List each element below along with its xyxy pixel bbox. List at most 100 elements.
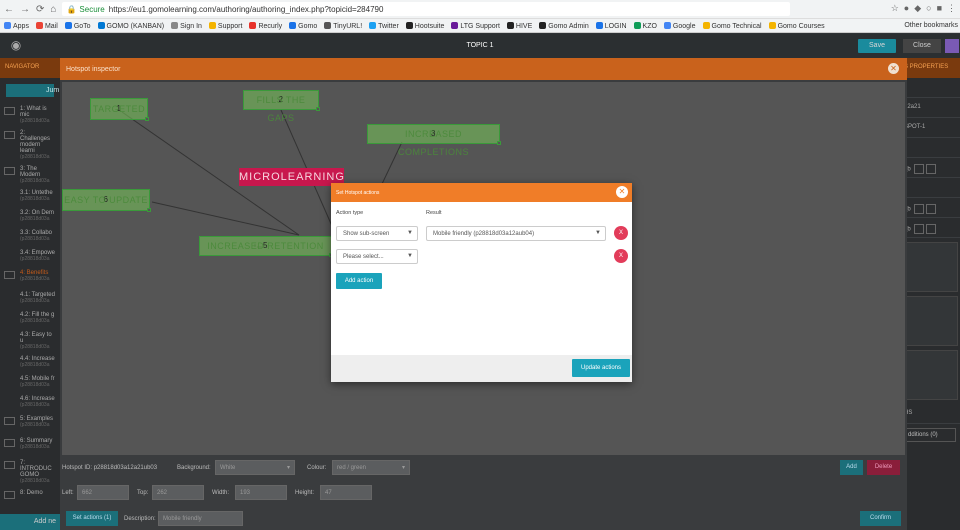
- crop-icon[interactable]: [926, 204, 937, 214]
- back-icon[interactable]: ←: [4, 4, 14, 15]
- navigator-item[interactable]: 8: Demo: [0, 487, 60, 509]
- close-icon[interactable]: ✕: [616, 186, 628, 198]
- height-input[interactable]: 47: [320, 485, 372, 500]
- navigator-item[interactable]: 4.4: Increase (p28818d03a: [0, 353, 60, 373]
- property-row: _b: [900, 218, 960, 238]
- extension-icon[interactable]: ○: [926, 3, 931, 14]
- navigator-item[interactable]: 7: INTRODUC GOMO (p28818d03a: [0, 457, 60, 487]
- resize-handle[interactable]: [147, 208, 151, 212]
- jump-button[interactable]: Jum: [6, 84, 59, 97]
- navigator-item[interactable]: 4.3: Easy to u (p28818d03a: [0, 329, 60, 353]
- chevron-down-icon: ▼: [595, 230, 601, 236]
- bookmark-item[interactable]: Gomo Courses: [768, 21, 825, 30]
- colour-label: Colour:: [307, 465, 327, 471]
- bookmark-item[interactable]: Google: [663, 21, 696, 30]
- extension-icon[interactable]: ◆: [914, 3, 921, 14]
- navigator-item[interactable]: 4.5: Mobile fr (p28818d03a: [0, 373, 60, 393]
- result-select[interactable]: Mobile friendly (p28818d03a12aub04) ▼: [426, 226, 606, 241]
- top-input[interactable]: 262: [152, 485, 204, 500]
- navigator-item[interactable]: 6: Summary (p28818d03a: [0, 435, 60, 457]
- update-actions-button[interactable]: Update actions: [572, 359, 630, 377]
- background-select[interactable]: White: [215, 460, 295, 475]
- remove-action-button[interactable]: X: [614, 249, 628, 263]
- hotspot-easy-to-update[interactable]: 6 EASY TO UPDATE: [62, 189, 151, 212]
- left-input[interactable]: 662: [77, 485, 129, 500]
- reload-icon[interactable]: ⟳: [36, 4, 44, 15]
- set-actions-button[interactable]: Set actions (1): [66, 511, 118, 526]
- extension-icon[interactable]: ●: [904, 3, 909, 14]
- additions-button[interactable]: dditions (0): [904, 428, 956, 442]
- navigator-item[interactable]: 4.1: Targeted (p28818d03a: [0, 289, 60, 309]
- resize-handle[interactable]: [145, 117, 149, 121]
- app-menu-button[interactable]: [945, 39, 959, 53]
- width-input[interactable]: 193: [235, 485, 287, 500]
- action-type-select[interactable]: Show sub-screen ▼: [336, 226, 418, 241]
- home-icon[interactable]: ⌂: [50, 4, 56, 15]
- property-textarea[interactable]: [902, 350, 958, 400]
- menu-icon[interactable]: ⋮: [947, 3, 956, 14]
- bookmark-item[interactable]: Twitter: [369, 21, 399, 30]
- hotspot-targeted[interactable]: 1 TARGETED: [90, 98, 149, 121]
- navigator-item-label: 7: INTRODUC GOMO: [20, 460, 52, 478]
- bookmark-item[interactable]: Mail: [35, 21, 58, 30]
- confirm-button[interactable]: Confirm: [860, 511, 901, 526]
- navigator-item[interactable]: 3: The Modern (p28818d03a: [0, 163, 60, 187]
- extension-icon[interactable]: ■: [937, 3, 942, 14]
- star-icon[interactable]: ☆: [891, 3, 899, 14]
- bookmark-item[interactable]: Gomo Technical: [702, 21, 762, 30]
- bookmark-item[interactable]: KZO: [633, 21, 657, 30]
- close-icon[interactable]: ✕: [888, 63, 899, 74]
- forward-icon[interactable]: →: [20, 4, 30, 15]
- navigator-item[interactable]: 2: Challenges modern learni (p28818d03a: [0, 127, 60, 163]
- navigator-item[interactable]: 4.2: Fill the g (p28818d03a: [0, 309, 60, 329]
- dialog-header: Set Hotspot actions ✕: [331, 183, 632, 202]
- crop-icon[interactable]: [926, 164, 937, 174]
- bookmark-item[interactable]: HIVE: [506, 21, 532, 30]
- bookmark-item[interactable]: Apps: [4, 21, 29, 30]
- remove-action-button[interactable]: X: [614, 226, 628, 240]
- delete-hotspot-button[interactable]: Delete: [867, 460, 900, 475]
- navigator-item-id: (p28818d03a: [20, 422, 50, 428]
- navigator-item[interactable]: 3.2: On Dem (p28818d03a: [0, 207, 60, 227]
- action-type-select[interactable]: Please select... ▼: [336, 249, 418, 264]
- more-icon[interactable]: [914, 204, 925, 214]
- add-action-button[interactable]: Add action: [336, 273, 382, 289]
- colour-select[interactable]: red / green: [332, 460, 410, 475]
- navigator-item[interactable]: 4.6: Increase (p28818d03a: [0, 393, 60, 413]
- property-textarea[interactable]: [902, 242, 958, 292]
- navigator-item[interactable]: 3.3: Collabo (p28818d03a: [0, 227, 60, 247]
- bookmark-item[interactable]: Support: [208, 21, 242, 30]
- property-textarea[interactable]: [902, 296, 958, 346]
- bookmark-item[interactable]: Sign In: [171, 21, 202, 30]
- bookmark-item[interactable]: Recurly: [249, 21, 282, 30]
- bookmark-item[interactable]: TinyURL!: [324, 21, 362, 30]
- bookmark-item[interactable]: Gomo: [289, 21, 317, 30]
- add-new-button[interactable]: Add ne: [0, 514, 60, 530]
- resize-handle[interactable]: [316, 107, 320, 111]
- resize-handle[interactable]: [497, 141, 501, 145]
- hotspot-fills-the-gaps[interactable]: 2 FILLS THE GAPS: [243, 90, 320, 123]
- bookmark-item[interactable]: Gomo Admin: [539, 21, 589, 30]
- close-button[interactable]: Close: [903, 39, 941, 53]
- navigator-item[interactable]: 3.1: Untethe (p28818d03a: [0, 187, 60, 207]
- crop-icon[interactable]: [926, 224, 937, 234]
- description-input[interactable]: Mobile friendly: [158, 511, 243, 526]
- navigator-item[interactable]: 5: Examples (p28818d03a: [0, 413, 60, 435]
- add-hotspot-button[interactable]: Add: [840, 460, 863, 475]
- hotspot-increased-retention[interactable]: 5 INCREASED RETENTION: [199, 236, 333, 257]
- more-icon[interactable]: [914, 224, 925, 234]
- bookmark-item[interactable]: Hootsuite: [405, 21, 444, 30]
- bookmark-item[interactable]: GOMO (KANBAN): [97, 21, 164, 30]
- bookmark-item[interactable]: GoTo: [64, 21, 91, 30]
- navigator-item[interactable]: 4: Benefits (p28818d03a: [0, 267, 60, 289]
- url-field[interactable]: 🔒 Secure https://eu1.gomolearning.com/au…: [62, 2, 790, 16]
- bookmark-item[interactable]: LOGIN: [595, 21, 627, 30]
- navigator-item-id: (p28818d03a: [20, 344, 50, 350]
- bookmark-item[interactable]: LTG Support: [451, 21, 500, 30]
- navigator-item[interactable]: 1: What is mic (p28818d03a: [0, 103, 60, 127]
- more-icon[interactable]: [914, 164, 925, 174]
- save-button[interactable]: Save: [858, 39, 896, 53]
- other-bookmarks[interactable]: Other bookmarks: [900, 22, 958, 29]
- hotspot-increased-completions[interactable]: 3 INCREASED COMPLETIONS: [367, 124, 501, 157]
- navigator-item[interactable]: 3.4: Empowe (p28818d03a: [0, 247, 60, 267]
